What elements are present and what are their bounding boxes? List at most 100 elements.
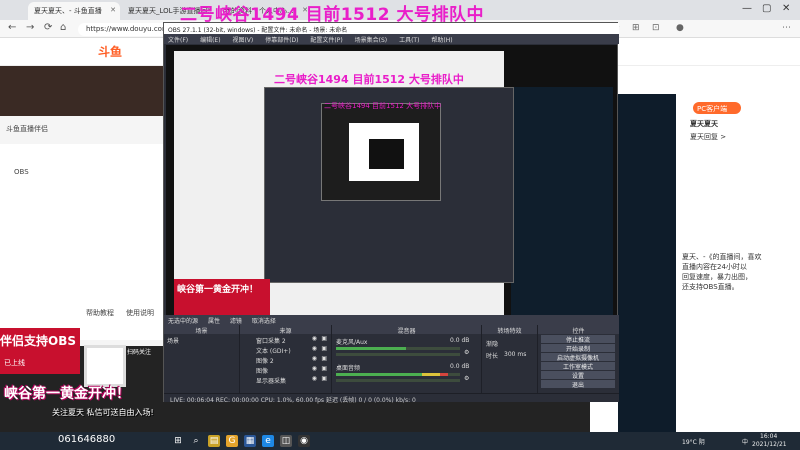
menu-scene-collection[interactable]: 场景集合(S): [355, 37, 388, 44]
obs-icon[interactable]: ◉: [298, 435, 310, 447]
reload-icon[interactable]: ⟳: [44, 22, 52, 33]
app-icon[interactable]: ▦: [244, 435, 256, 447]
file-explorer-icon[interactable]: ▤: [208, 435, 220, 447]
guide-button[interactable]: 使用说明: [126, 308, 154, 318]
lock-icon[interactable]: ▣: [321, 355, 327, 362]
menu-view[interactable]: 视图(V): [232, 37, 253, 44]
watermark-number: 061646880: [58, 434, 116, 445]
source-toolbar: 无选中的源 属性 滤镜 取消选择: [164, 315, 619, 325]
mic-volume-slider[interactable]: [336, 353, 460, 356]
scenes-dock: 场景 场景: [164, 325, 240, 393]
controls-dock: 控件 停止推流 开始录制 启动虚拟摄像机 工作室模式 设置 退出: [538, 325, 619, 393]
obs-window: OBS 27.1.1 (32-bit, windows) - 配置文件: 未命名…: [163, 22, 619, 404]
duration-field[interactable]: 300 ms: [504, 351, 526, 358]
extensions-icon[interactable]: ⊞: [632, 23, 640, 33]
home-icon[interactable]: ⌂: [60, 22, 66, 33]
back-icon[interactable]: ←: [8, 22, 16, 33]
scene-item[interactable]: 场景: [164, 334, 239, 347]
menu-file[interactable]: 文件(F): [168, 37, 188, 44]
lock-icon[interactable]: ▣: [321, 375, 327, 382]
edge-icon[interactable]: e: [262, 435, 274, 447]
sources-header: 来源: [240, 325, 331, 335]
virtual-camera-button[interactable]: 启动虚拟摄像机: [541, 353, 615, 362]
start-recording-button[interactable]: 开始录制: [541, 344, 615, 353]
right-video-strip: [618, 94, 676, 434]
source-item[interactable]: 图像 ◉ ▣: [240, 364, 331, 375]
desktop-audio-label: 桌面音频: [336, 365, 361, 372]
watermark-title: 峡谷第一黄金开冲！: [4, 386, 130, 402]
settings-button[interactable]: 设置: [541, 371, 615, 380]
help-button[interactable]: 帮助教程: [86, 308, 114, 318]
gear-icon[interactable]: ⚙: [464, 349, 469, 356]
minimize-icon[interactable]: —: [742, 3, 752, 14]
stop-streaming-button[interactable]: 停止推流: [541, 335, 615, 344]
filters-button[interactable]: 滤镜: [230, 318, 242, 325]
avatar[interactable]: ●: [676, 23, 684, 33]
left-panel-header: [0, 66, 165, 116]
app-icon[interactable]: G: [226, 435, 238, 447]
input-language[interactable]: 中: [742, 437, 748, 446]
deselect-button[interactable]: 取消选择: [252, 318, 276, 325]
eye-icon[interactable]: ◉: [312, 365, 317, 372]
left-panel-title[interactable]: 斗鱼直播伴侣: [6, 124, 48, 134]
obs-status-bar: LIVE: 00:06:04 REC: 00:00:00 CPU: 1.0%, …: [164, 393, 619, 404]
watermark-subtitle: 关注夏天 私信可送自由入场!: [52, 408, 154, 417]
desc-line: 还支持OBS直播。: [682, 283, 739, 291]
gear-icon[interactable]: ⚙: [464, 375, 469, 382]
source-item[interactable]: 图像 2 ◉ ▣: [240, 354, 331, 365]
menu-edit[interactable]: 编辑(E): [200, 37, 220, 44]
properties-button[interactable]: 属性: [208, 318, 220, 325]
menu-help[interactable]: 帮助(H): [431, 37, 452, 44]
qr-text: 扫码关注: [127, 349, 152, 356]
windows-start-icon[interactable]: ⊞: [172, 435, 184, 447]
streamer-name: 夏天夏天: [690, 120, 718, 128]
close-window-icon[interactable]: ✕: [782, 3, 790, 14]
lock-icon[interactable]: ▣: [321, 365, 327, 372]
tab-douyu-room[interactable]: 夏天夏天、- 斗鱼直播 ✕: [28, 2, 120, 20]
preview-nested-capture-3: [369, 139, 404, 169]
search-icon[interactable]: ⌕: [190, 435, 202, 447]
more-icon[interactable]: ⋯: [782, 23, 791, 33]
weather[interactable]: 19°C 阴: [682, 437, 705, 446]
obs-item[interactable]: OBS: [14, 168, 29, 176]
tab-label: 夏天夏天、- 斗鱼直播: [34, 7, 102, 15]
site-logo[interactable]: 斗鱼: [98, 43, 122, 60]
preview-overlay-title-small: 二号峡谷1494 目前1512 大号排队中: [324, 102, 442, 110]
menu-tools[interactable]: 工具(T): [399, 37, 419, 44]
clock-date[interactable]: 2021/12/21: [752, 441, 787, 448]
menu-profile[interactable]: 配置文件(P): [310, 37, 342, 44]
obs-menubar: 文件(F) 编辑(E) 视图(V) 停靠部件(D) 配置文件(P) 场景集合(S…: [164, 34, 619, 44]
eye-icon[interactable]: ◉: [312, 335, 317, 342]
desktop-volume-slider[interactable]: [336, 379, 460, 382]
streamer-subtitle[interactable]: 夏天回复 >: [690, 132, 726, 142]
studio-mode-button[interactable]: 工作室模式: [541, 362, 615, 371]
source-item[interactable]: 窗口采集 2 ◉ ▣: [240, 334, 331, 345]
app-icon[interactable]: ◫: [280, 435, 292, 447]
forward-icon[interactable]: →: [26, 22, 34, 33]
maximize-icon[interactable]: ▢: [762, 3, 771, 14]
lock-icon[interactable]: ▣: [321, 335, 327, 342]
lock-icon[interactable]: ▣: [321, 345, 327, 352]
obs-titlebar: OBS 27.1.1 (32-bit, windows) - 配置文件: 未命名…: [164, 23, 619, 34]
controls-header: 控件: [538, 325, 619, 335]
transition-select[interactable]: 渐隐: [486, 339, 498, 348]
transitions-dock: 转场特效 渐隐 时长 300 ms: [482, 325, 538, 393]
source-item[interactable]: 显示器采集 ◉ ▣: [240, 374, 331, 385]
mic-db: 0.0 dB: [450, 337, 470, 344]
obs-preview[interactable]: 二号峡谷1494 目前1512 大号排队中 二号峡谷1494 目前1512 大号…: [166, 45, 617, 316]
clock-time[interactable]: 16:04: [760, 433, 777, 440]
right-sidebar: PC客户端 夏天夏天 夏天回复 > 夏天、-《的直播间，喜欢 直播内容在24小时…: [590, 66, 800, 434]
menu-docks[interactable]: 停靠部件(D): [265, 37, 298, 44]
mic-label: 麦克风/Aux: [336, 339, 368, 346]
scenes-header: 场景: [164, 325, 239, 335]
exit-button[interactable]: 退出: [541, 380, 615, 389]
source-item[interactable]: 文本 (GDI+) ◉ ▣: [240, 344, 331, 355]
mixer-header: 混音器: [332, 325, 481, 335]
eye-icon[interactable]: ◉: [312, 375, 317, 382]
collections-icon[interactable]: ⊡: [652, 23, 660, 33]
eye-icon[interactable]: ◉: [312, 355, 317, 362]
desc-line: 回复速度，暴力出图，: [682, 273, 752, 281]
close-icon[interactable]: ✕: [110, 6, 116, 14]
eye-icon[interactable]: ◉: [312, 345, 317, 352]
pc-client-badge[interactable]: PC客户端: [693, 102, 741, 114]
